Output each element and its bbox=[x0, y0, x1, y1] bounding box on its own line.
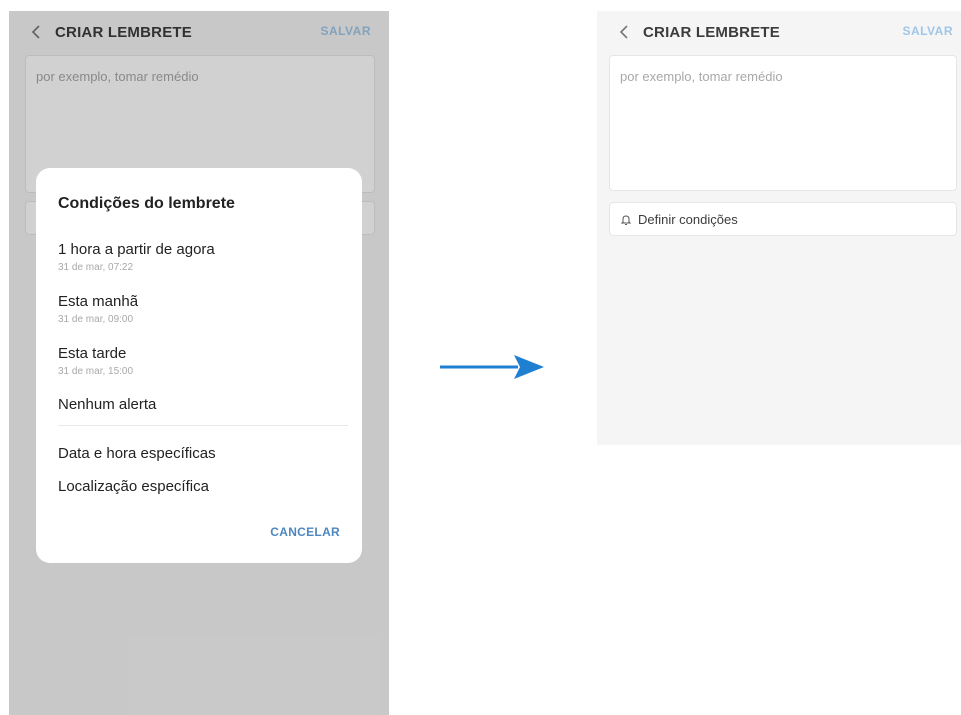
option-time: 31 de mar, 09:00 bbox=[58, 314, 134, 325]
option-specific-datetime[interactable]: Data e hora específicas bbox=[58, 445, 346, 462]
dialog-title: Condições do lembrete bbox=[58, 195, 235, 212]
transition-arrow-icon bbox=[440, 352, 544, 387]
note-input[interactable]: por exemplo, tomar remédio bbox=[609, 55, 957, 191]
bell-icon bbox=[620, 213, 632, 225]
option-one-hour[interactable]: 1 hora a partir de agora 31 de mar, 07:2… bbox=[58, 241, 346, 273]
option-specific-location[interactable]: Localização específica bbox=[58, 478, 346, 495]
left-screen: CRIAR LEMBRETE SALVAR por exemplo, tomar… bbox=[9, 11, 389, 715]
option-label: Esta tarde bbox=[58, 345, 127, 362]
option-label: Data e hora específicas bbox=[58, 445, 216, 462]
option-label: Nenhum alerta bbox=[58, 396, 157, 413]
right-screen: CRIAR LEMBRETE SALVAR por exemplo, tomar… bbox=[597, 11, 961, 445]
header: CRIAR LEMBRETE SALVAR bbox=[597, 11, 961, 53]
option-this-morning[interactable]: Esta manhã 31 de mar, 09:00 bbox=[58, 293, 346, 325]
set-conditions-label: Definir condições bbox=[638, 211, 738, 227]
option-label: Localização específica bbox=[58, 478, 209, 495]
note-placeholder: por exemplo, tomar remédio bbox=[620, 69, 783, 84]
option-time: 31 de mar, 07:22 bbox=[58, 262, 134, 273]
reminder-conditions-dialog: Condições do lembrete 1 hora a partir de… bbox=[36, 168, 362, 563]
option-this-afternoon[interactable]: Esta tarde 31 de mar, 15:00 bbox=[58, 345, 346, 377]
back-arrow-icon[interactable] bbox=[613, 20, 637, 44]
option-no-alert[interactable]: Nenhum alerta bbox=[58, 396, 346, 413]
page-title: CRIAR LEMBRETE bbox=[643, 23, 780, 41]
cancel-button[interactable]: CANCELAR bbox=[270, 525, 340, 539]
option-label: 1 hora a partir de agora bbox=[58, 241, 215, 258]
set-conditions-button[interactable]: Definir condições bbox=[609, 202, 957, 236]
option-label: Esta manhã bbox=[58, 293, 139, 310]
option-time: 31 de mar, 15:00 bbox=[58, 366, 134, 377]
save-button[interactable]: SALVAR bbox=[902, 24, 953, 38]
divider bbox=[58, 425, 348, 426]
